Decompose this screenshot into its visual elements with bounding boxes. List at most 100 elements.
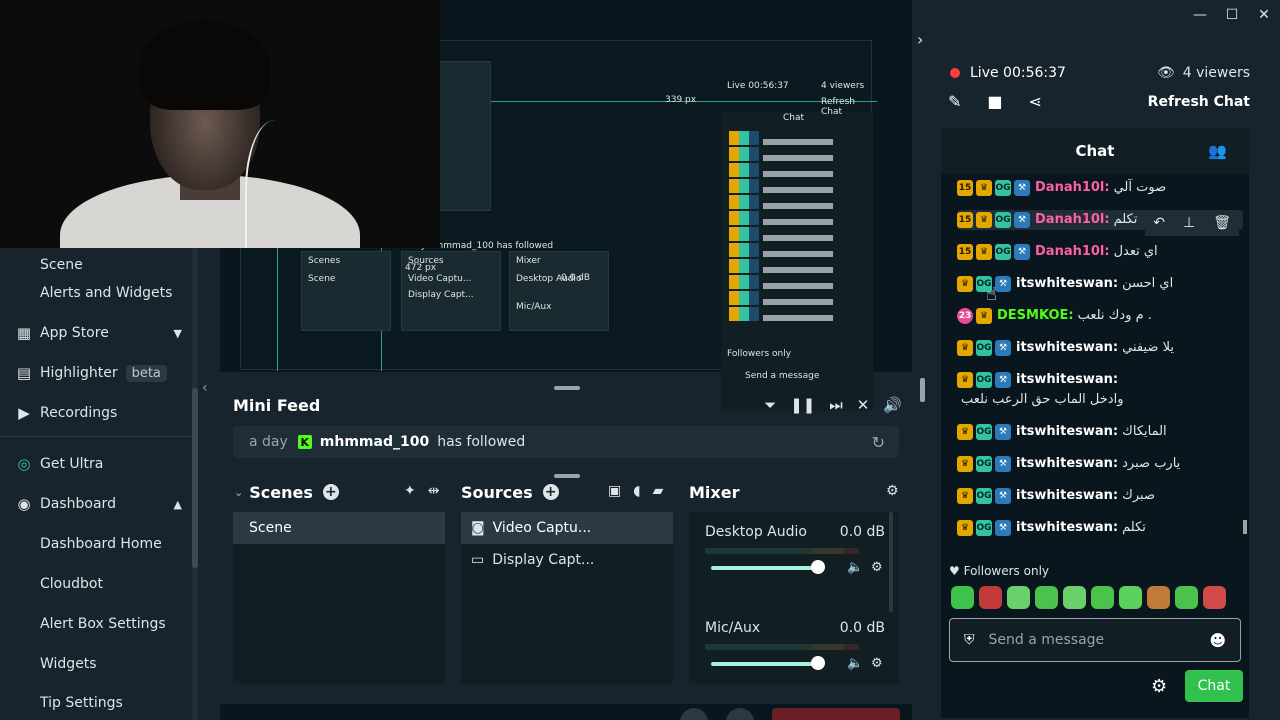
speaker-icon[interactable]: 🔈 (847, 656, 863, 671)
sidebar-item-dashboard[interactable]: ◉ Dashboard ▲ (0, 487, 192, 521)
sidebar-item-alerts-widgets[interactable]: Alerts and Widgets (0, 276, 192, 310)
sidebar-item-alert-box-settings[interactable]: Alert Box Settings (0, 607, 192, 641)
emote-icon[interactable] (951, 586, 974, 609)
chat-username[interactable]: itswhiteswan: (1016, 454, 1118, 474)
add-source-icon[interactable]: + (542, 484, 559, 500)
chat-username[interactable]: itswhiteswan: (1016, 486, 1118, 506)
go-live-button[interactable] (772, 708, 900, 720)
scene-split-icon[interactable]: ⇹ (428, 483, 440, 499)
users-icon[interactable]: 👥 (1208, 142, 1227, 160)
source-audio-icon[interactable]: ◖ (633, 483, 640, 499)
chat-username[interactable]: itswhiteswan: (1016, 518, 1118, 538)
camera-icon[interactable]: ■ (987, 92, 1002, 111)
volume-icon[interactable]: 🔊 (883, 396, 902, 414)
add-folder-icon[interactable]: ▰ (653, 483, 664, 499)
mixer-scrollbar[interactable] (889, 512, 893, 612)
chat-username[interactable]: itswhiteswan: (1016, 274, 1118, 294)
volume-slider-knob[interactable] (810, 656, 825, 670)
delete-icon[interactable]: 🗑 (1213, 213, 1231, 233)
emote-icon[interactable] (1203, 586, 1226, 609)
chat-message[interactable]: ♛ OG ⚒ itswhiteswan: اي احسن (957, 274, 1243, 294)
emote-icon[interactable] (1063, 586, 1086, 609)
scenes-collapse-icon[interactable]: ⌄ (234, 486, 243, 499)
footer-round-button[interactable] (726, 708, 754, 720)
chat-message[interactable]: 15 ♛ OG ⚒ Danah10l: اي تعدل (957, 242, 1243, 262)
emote-icon[interactable] (1119, 586, 1142, 609)
feed-scrollbar[interactable] (920, 378, 925, 402)
source-item-display[interactable]: ▭ Display Capt... (461, 544, 673, 576)
maximize-button[interactable]: ☐ (1216, 0, 1248, 30)
emote-icon[interactable] (979, 586, 1002, 609)
skip-icon[interactable]: ⏭ (829, 396, 843, 414)
volume-slider[interactable] (711, 566, 821, 570)
emoji-icon[interactable]: ☻ (1209, 631, 1226, 650)
mute-alerts-icon[interactable]: ✕ (857, 396, 870, 414)
chat-username[interactable]: itswhiteswan: (1016, 370, 1118, 390)
volume-slider-knob[interactable] (810, 560, 825, 574)
chat-message[interactable]: 15 ♛ OG ⚒ Danah10l: صوت آلي (957, 178, 1243, 198)
collapse-sidebar-icon[interactable]: ‹ (202, 380, 208, 396)
gear-icon[interactable]: ⚙ (871, 560, 883, 575)
refresh-chat-button[interactable]: Refresh Chat (1148, 94, 1250, 110)
mixer-settings-icon[interactable]: ⚙ (886, 483, 899, 499)
replay-icon[interactable]: ↻ (872, 433, 885, 452)
sidebar-item-app-store[interactable]: ▦ App Store ▼ (0, 316, 192, 350)
chat-username[interactable]: itswhiteswan: (1016, 422, 1118, 442)
sidebar-item-recordings[interactable]: ▶ Recordings (0, 396, 192, 430)
message-input[interactable] (988, 632, 1189, 648)
chat-username[interactable]: Danah10l: (1035, 210, 1110, 230)
chat-message[interactable]: ♛ OG ⚒ itswhiteswan: يارب صبرد (957, 454, 1243, 474)
sidebar-item-widgets[interactable]: Widgets (0, 647, 192, 681)
webcam-icon: ◙ (471, 520, 485, 536)
speaker-icon[interactable]: 🔈 (847, 560, 863, 575)
sidebar-item-highlighter[interactable]: ▤ Highlighter beta (0, 356, 192, 390)
followers-only-text: Followers only (963, 564, 1049, 578)
sidebar-scroll-thumb[interactable] (192, 388, 198, 568)
chat-message[interactable]: ♛ OG ⚒ itswhiteswan: تكلم (957, 518, 1243, 538)
chat-message[interactable]: ♛ OG ⚒ itswhiteswan: المايكاك (957, 422, 1243, 442)
emote-icon[interactable] (1175, 586, 1198, 609)
preview-resize-handle[interactable] (554, 386, 580, 390)
chat-message[interactable]: ♛ OG ⚒ itswhiteswan: صبرك (957, 486, 1243, 506)
share-icon[interactable]: ⋖ (1029, 92, 1042, 111)
sidebar-scrollbar[interactable] (192, 248, 198, 720)
pause-icon[interactable]: ❚❚ (790, 396, 815, 414)
chat-message[interactable]: ♛ OG ⚒ itswhiteswan: وادخل الماب حق الرعب نل… (957, 370, 1243, 410)
subscriber-badge-icon: 15 (957, 180, 973, 196)
chat-username[interactable]: Danah10l: (1035, 178, 1110, 198)
pin-icon[interactable]: ⊥ (1183, 213, 1195, 233)
reply-icon[interactable]: ↶ (1153, 213, 1165, 233)
source-layout-icon[interactable]: ▣ (608, 483, 621, 499)
chat-username[interactable]: itswhiteswan: (1016, 338, 1118, 358)
chat-message[interactable]: ♛ OG ⚒ itswhiteswan: يلا ضيفني (957, 338, 1243, 358)
collapse-right-panel-icon[interactable]: › (917, 30, 923, 49)
sidebar-item-cloudbot[interactable]: Cloudbot (0, 567, 192, 601)
emote-icon[interactable] (1007, 586, 1030, 609)
minimize-button[interactable]: — (1184, 0, 1216, 30)
feed-resize-handle[interactable] (554, 474, 580, 478)
chat-message[interactable]: 23 ♛ DESMKOE: م ودك نلعب . (957, 306, 1243, 326)
filter-icon[interactable]: ⏷ (764, 396, 776, 414)
chat-username[interactable]: DESMKOE: (997, 306, 1074, 326)
send-chat-button[interactable]: Chat (1185, 670, 1243, 702)
gear-icon[interactable]: ⚙ (871, 656, 883, 671)
emote-icon[interactable] (1091, 586, 1114, 609)
sidebar-item-tip-settings[interactable]: Tip Settings (0, 686, 192, 720)
close-button[interactable]: ✕ (1248, 0, 1280, 30)
emote-icon[interactable] (1035, 586, 1058, 609)
chat-scrollbar[interactable] (1243, 520, 1247, 534)
emote-icon[interactable] (1147, 586, 1170, 609)
sidebar-item-get-ultra[interactable]: ◎ Get Ultra (0, 447, 192, 481)
edit-stream-icon[interactable]: ✎ (948, 92, 961, 111)
chat-settings-icon[interactable]: ⚙ (1151, 676, 1167, 697)
chat-username[interactable]: Danah10l: (1035, 242, 1110, 262)
preview-followers-label: Followers only (727, 349, 792, 359)
scene-item[interactable]: Scene (233, 512, 445, 544)
add-scene-icon[interactable]: + (322, 484, 339, 500)
volume-slider[interactable] (711, 662, 821, 666)
source-item-video[interactable]: ◙ Video Captu... (461, 512, 673, 544)
scene-transition-icon[interactable]: ✦ (404, 483, 416, 499)
footer-round-button[interactable] (680, 708, 708, 720)
chat-message[interactable]: 15 ♛ OG ⚒ Danah10l: تكلم ↶ ⊥ 🗑 (957, 210, 1243, 236)
sidebar-item-dashboard-home[interactable]: Dashboard Home (0, 527, 192, 561)
